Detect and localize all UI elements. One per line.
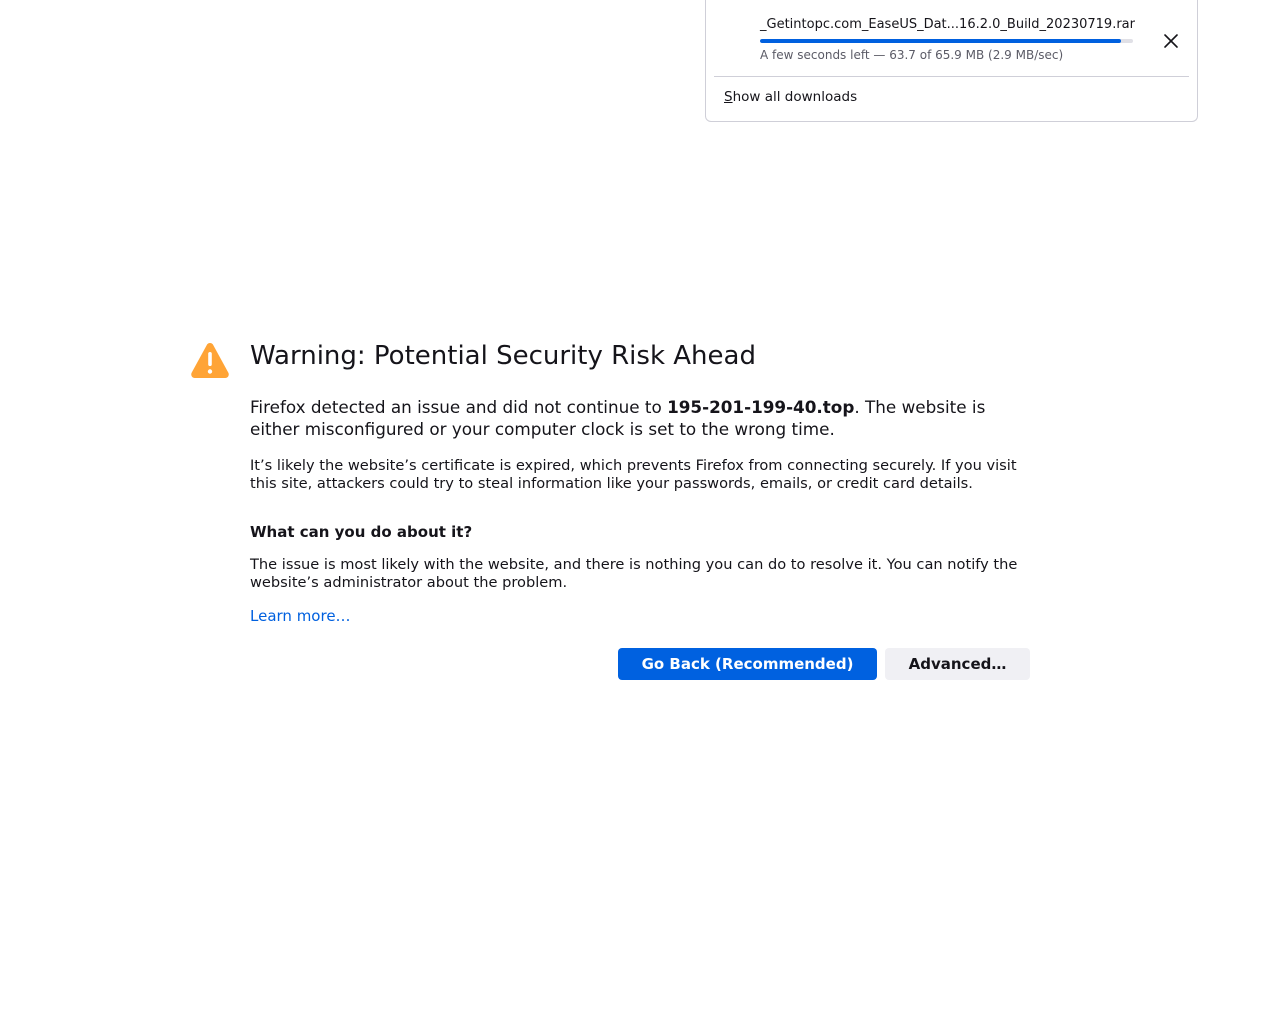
warning-icon — [190, 340, 230, 380]
page-title: Warning: Potential Security Risk Ahead — [250, 341, 756, 371]
intro-text-start: Firefox detected an issue and did not co… — [250, 397, 668, 417]
close-icon[interactable] — [1161, 31, 1181, 51]
downloads-panel: _Getintopc.com_EaseUS_Dat...16.2.0_Build… — [705, 0, 1198, 122]
error-detail: It’s likely the website’s certificate is… — [250, 457, 1017, 492]
go-back-button[interactable]: Go Back (Recommended) — [618, 648, 877, 680]
show-all-downloads-button[interactable]: Show all downloads — [724, 89, 857, 105]
download-status: A few seconds left — 63.7 of 65.9 MB (2.… — [760, 48, 1064, 62]
advanced-button[interactable]: Advanced… — [885, 648, 1030, 680]
hostname: 195-201-199-40.top — [667, 397, 855, 417]
error-intro: Firefox detected an issue and did not co… — [250, 396, 1040, 440]
download-progress-fill — [760, 39, 1121, 43]
panel-divider — [714, 76, 1189, 77]
download-filename: _Getintopc.com_EaseUS_Dat...16.2.0_Build… — [760, 17, 1135, 32]
download-progress-bar — [760, 39, 1133, 43]
accesskey-letter: S — [724, 89, 733, 105]
download-item[interactable]: _Getintopc.com_EaseUS_Dat...16.2.0_Build… — [714, 6, 1191, 68]
learn-more-link[interactable]: Learn more… — [250, 606, 351, 626]
show-all-downloads-label: how all downloads — [732, 89, 858, 105]
what-can-you-do-heading: What can you do about it? — [250, 523, 473, 541]
error-advice: The issue is most likely with the websit… — [250, 556, 1018, 591]
